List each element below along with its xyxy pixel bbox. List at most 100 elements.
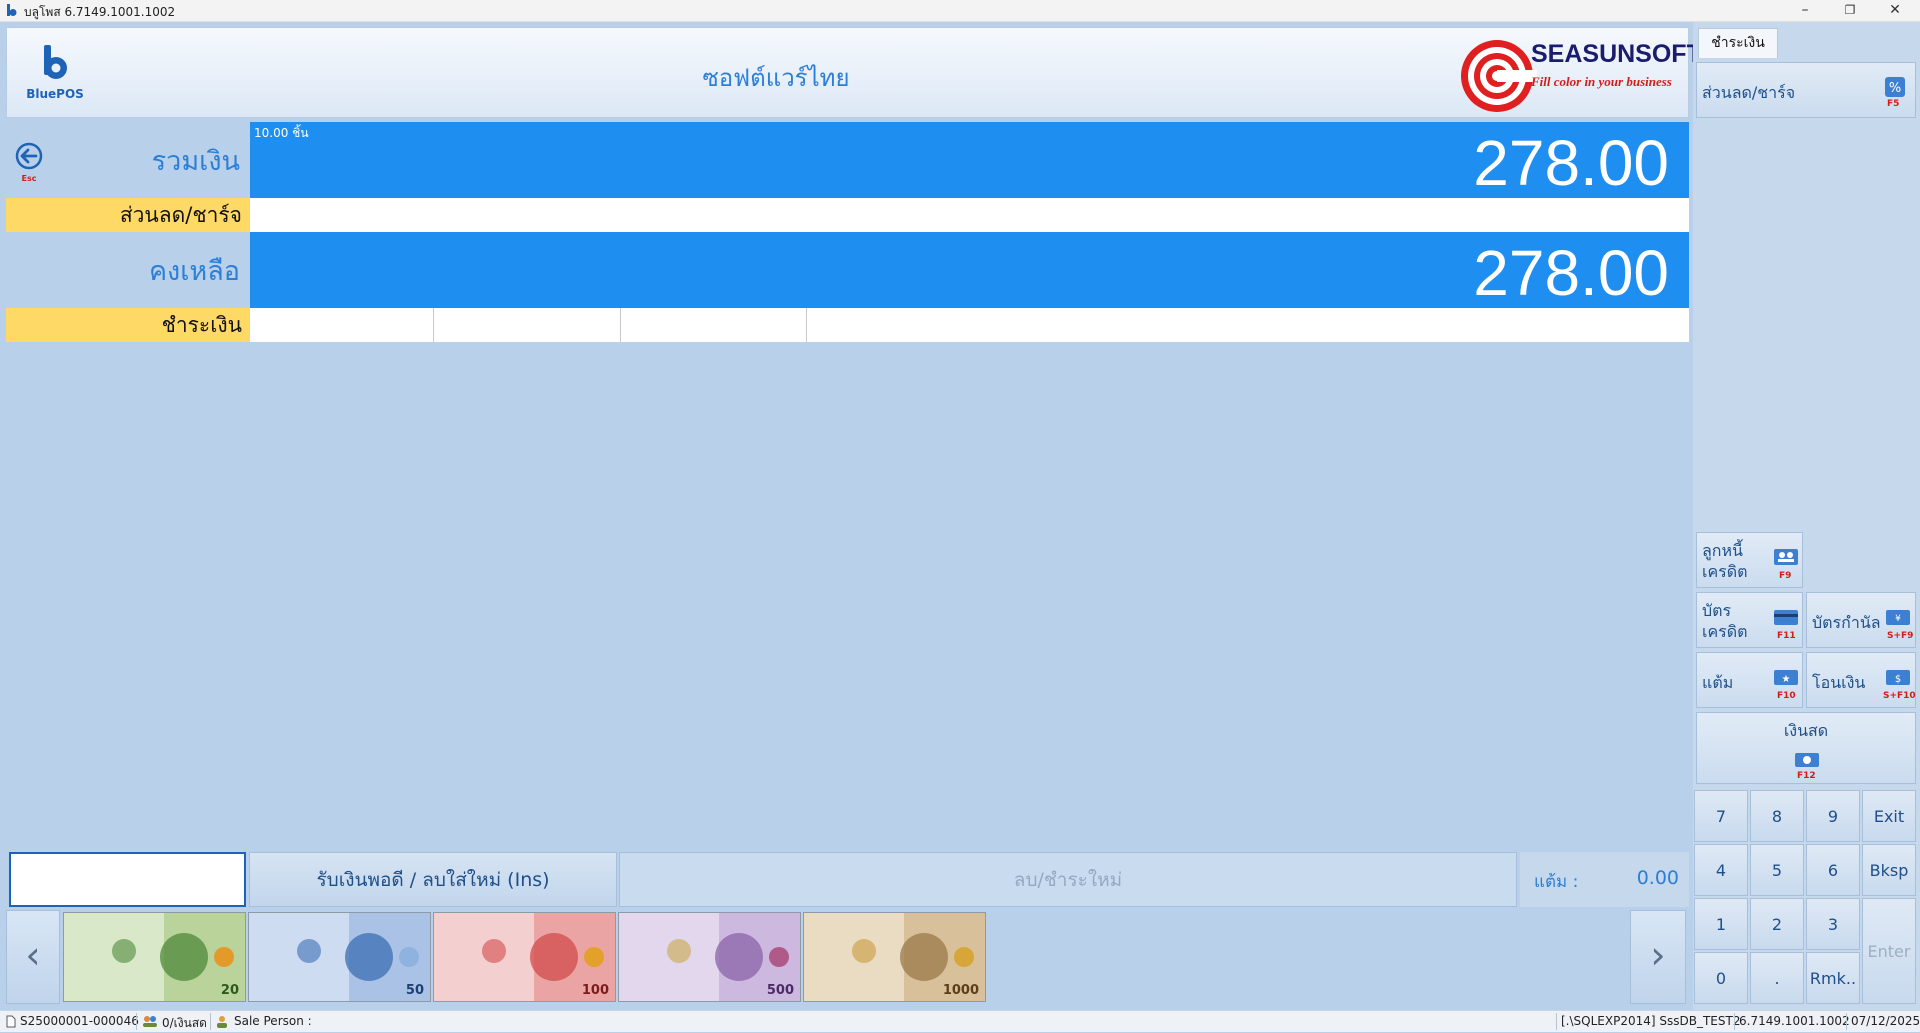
exact-amount-button[interactable]: รับเงินพอดี / ลบใส่ใหม่ (Ins) bbox=[249, 852, 617, 907]
svg-text:%: % bbox=[1889, 81, 1901, 96]
discount-label: ส่วนลด/ชาร์จ bbox=[6, 198, 250, 232]
keypad-3[interactable]: 3 bbox=[1806, 898, 1860, 950]
keypad-6[interactable]: 6 bbox=[1806, 844, 1860, 896]
banknote-20-image bbox=[64, 913, 245, 1001]
document-icon bbox=[6, 1015, 16, 1028]
svg-text:★: ★ bbox=[1782, 674, 1791, 685]
member-info: 0/เงินสด bbox=[162, 1016, 207, 1030]
banknote-value: 20 bbox=[220, 983, 239, 998]
voucher-button[interactable]: บัตรกำนัล ¥ S+F9 bbox=[1806, 592, 1916, 648]
window-title: บลูโพส 6.7149.1001.1002 bbox=[24, 5, 176, 19]
minimize-button[interactable]: – bbox=[1785, 0, 1825, 22]
svg-text:$: $ bbox=[1895, 674, 1901, 685]
status-bar: S25000001-000046 0/เงินสด Sale Person : … bbox=[0, 1010, 1920, 1032]
transfer-icon: $ bbox=[1886, 670, 1910, 685]
separator bbox=[1556, 1013, 1557, 1030]
key-hint: F9 bbox=[1779, 571, 1792, 581]
percent-icon: % bbox=[1885, 77, 1905, 97]
credit-card-icon bbox=[1774, 610, 1798, 625]
brand-name: SEASUNSOFT bbox=[1531, 40, 1702, 68]
keypad-9[interactable]: 9 bbox=[1806, 790, 1860, 842]
banknote-20-button[interactable]: 20 bbox=[63, 912, 246, 1002]
esc-back-button[interactable]: Esc bbox=[13, 142, 45, 183]
keypad-backspace[interactable]: Bksp bbox=[1862, 844, 1916, 896]
discount-charge-button[interactable]: ส่วนลด/ชาร์จ % F5 bbox=[1696, 62, 1916, 118]
points-button[interactable]: แต้ม ★ F10 bbox=[1696, 652, 1803, 708]
debtor-credit-button[interactable]: ลูกหนี้ เครดิต F9 bbox=[1696, 532, 1803, 588]
separator bbox=[1734, 1013, 1735, 1030]
payment-cell bbox=[250, 308, 434, 342]
people-card-icon bbox=[1774, 549, 1798, 565]
keypad-7[interactable]: 7 bbox=[1694, 790, 1748, 842]
balance-label: คงเหลือ bbox=[6, 232, 250, 308]
person-icon bbox=[217, 1016, 227, 1028]
payment-label: ชำระเงิน bbox=[6, 308, 250, 342]
voucher-icon: ¥ bbox=[1886, 610, 1910, 625]
amount-input[interactable] bbox=[9, 852, 246, 907]
payment-cell bbox=[621, 308, 807, 342]
keypad-0[interactable]: 0 bbox=[1694, 952, 1748, 1004]
credit-card-label-2: เครดิต bbox=[1702, 622, 1748, 641]
sale-person: Sale Person : bbox=[234, 1014, 312, 1028]
balance-amount-bar: 278.00 bbox=[250, 232, 1689, 309]
prev-notes-button[interactable]: ‹ bbox=[6, 910, 60, 1004]
voucher-label: บัตรกำนัล bbox=[1812, 613, 1881, 632]
version-info: 6.7149.1001.1002 bbox=[1739, 1014, 1850, 1028]
key-hint: F10 bbox=[1777, 691, 1796, 701]
next-notes-button[interactable]: › bbox=[1630, 910, 1686, 1004]
seasunsoft-swirl-icon bbox=[1461, 40, 1537, 112]
keypad-enter[interactable]: Enter bbox=[1862, 898, 1916, 1004]
banknote-value: 500 bbox=[766, 983, 794, 998]
points-value: 0.00 bbox=[1636, 867, 1679, 889]
cash-label: เงินสด bbox=[1783, 721, 1829, 740]
keypad-exit[interactable]: Exit bbox=[1862, 790, 1916, 842]
document-number: S25000001-000046 bbox=[20, 1014, 139, 1028]
banknote-500-button[interactable]: 500 bbox=[618, 912, 801, 1002]
keypad-1[interactable]: 1 bbox=[1694, 898, 1748, 950]
credit-card-button[interactable]: บัตร เครดิต F11 bbox=[1696, 592, 1803, 648]
banknote-50-button[interactable]: 50 bbox=[248, 912, 431, 1002]
close-button[interactable]: ✕ bbox=[1875, 0, 1915, 22]
banknote-100-button[interactable]: 100 bbox=[433, 912, 616, 1002]
payment-cell bbox=[434, 308, 621, 342]
keypad-8[interactable]: 8 bbox=[1750, 790, 1804, 842]
points-label: แต้ม : bbox=[1534, 872, 1579, 892]
transfer-label: โอนเงิน bbox=[1812, 673, 1866, 692]
total-amount: 278.00 bbox=[1473, 127, 1669, 199]
debtor-credit-label-2: เครดิต bbox=[1702, 562, 1748, 581]
payment-cell bbox=[807, 308, 1689, 342]
restore-button[interactable]: ❐ bbox=[1830, 0, 1870, 22]
keypad-remark[interactable]: Rmk.. bbox=[1806, 952, 1860, 1004]
back-arrow-icon bbox=[15, 142, 43, 170]
header-banner: BluePOS ซอฟต์แวร์ไทย SEASUNSOFT Fill col… bbox=[6, 27, 1702, 118]
banknote-strip: ‹ 20 50 100 500 1000 › bbox=[6, 910, 1689, 1004]
brand-tagline: Fill color in your business bbox=[1531, 74, 1672, 89]
balance-amount: 278.00 bbox=[1473, 237, 1669, 309]
keypad-4[interactable]: 4 bbox=[1694, 844, 1748, 896]
key-hint: F5 bbox=[1887, 99, 1900, 109]
key-hint: F11 bbox=[1777, 631, 1796, 641]
banknote-1000-button[interactable]: 1000 bbox=[803, 912, 986, 1002]
tab-payment[interactable]: ชำระเงิน bbox=[1698, 28, 1778, 58]
company-name: ซอฟต์แวร์ไทย bbox=[702, 64, 850, 92]
banknote-50-image bbox=[249, 913, 430, 1001]
separator bbox=[1846, 1013, 1847, 1030]
key-hint: S+F9 bbox=[1887, 631, 1914, 641]
points-display: แต้ม : 0.00 bbox=[1520, 852, 1689, 907]
keypad-5[interactable]: 5 bbox=[1750, 844, 1804, 896]
points-button-label: แต้ม bbox=[1702, 673, 1734, 692]
clear-payment-button[interactable]: ลบ/ชำระใหม่ bbox=[619, 852, 1517, 907]
keypad-decimal[interactable]: . bbox=[1750, 952, 1804, 1004]
svg-text:¥: ¥ bbox=[1895, 614, 1901, 624]
banknote-value: 1000 bbox=[942, 983, 979, 998]
cash-button[interactable]: เงินสด F12 bbox=[1696, 712, 1916, 784]
banknote-value: 50 bbox=[405, 983, 424, 998]
transfer-button[interactable]: โอนเงิน $ S+F10 bbox=[1806, 652, 1916, 708]
banknote-value: 100 bbox=[581, 983, 609, 998]
star-card-icon: ★ bbox=[1774, 670, 1798, 685]
key-hint: S+F10 bbox=[1883, 691, 1916, 701]
separator bbox=[210, 1013, 211, 1030]
total-amount-bar: 10.00 ชิ้น 278.00 bbox=[250, 122, 1689, 199]
keypad-2[interactable]: 2 bbox=[1750, 898, 1804, 950]
item-quantity: 10.00 ชิ้น bbox=[254, 126, 309, 140]
